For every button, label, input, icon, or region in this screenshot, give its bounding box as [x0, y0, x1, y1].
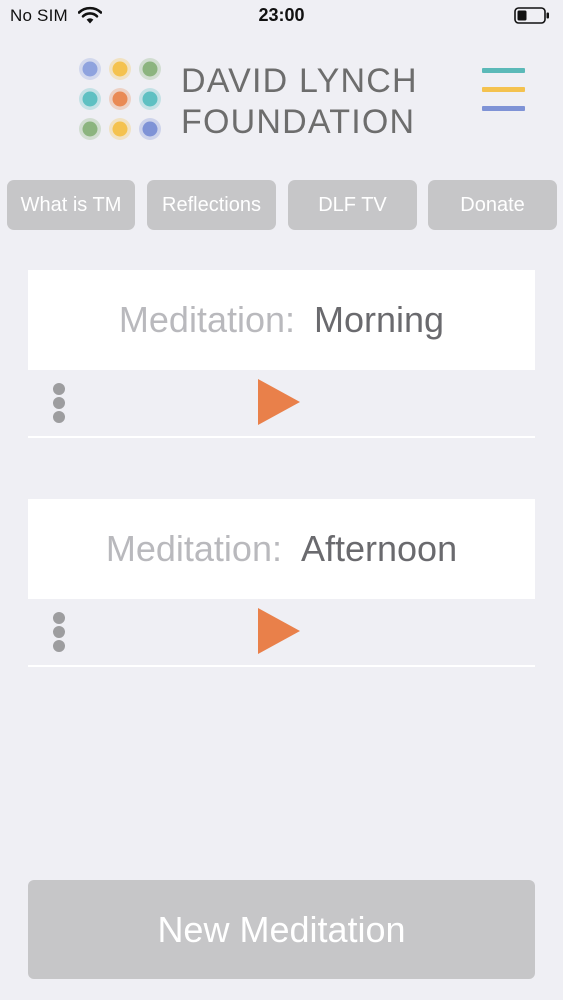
logo-dot [142, 121, 158, 137]
carrier-label: No SIM [10, 6, 68, 25]
brand-line-2: FOUNDATION [181, 103, 416, 141]
logo-dot [112, 91, 128, 107]
wifi-icon [78, 6, 102, 24]
status-bar: No SIM 23:00 [0, 0, 563, 32]
brand-line-1: DAVID LYNCH [181, 62, 418, 100]
meditation-controls [28, 370, 535, 436]
nav-donate-button[interactable]: Donate [428, 180, 557, 230]
meditation-title[interactable]: Meditation: Afternoon [28, 499, 535, 599]
nav-reflections-button[interactable]: Reflections [147, 180, 276, 230]
new-meditation-button[interactable]: New Meditation [28, 880, 535, 979]
play-icon[interactable] [258, 608, 302, 654]
logo-dot [112, 61, 128, 77]
logo-dot [82, 121, 98, 137]
app-screen: No SIM 23:00 DAVID LYNCH FOUNDATION What… [0, 0, 563, 1000]
meditation-card: Meditation: Afternoon [28, 499, 535, 667]
logo-dot [142, 61, 158, 77]
meditation-label: Meditation: [118, 299, 296, 340]
logo-dot [82, 91, 98, 107]
logo-dot [82, 61, 98, 77]
battery-icon [514, 7, 549, 24]
meditation-title[interactable]: Meditation: Morning [28, 270, 535, 370]
menu-bar-1 [482, 68, 525, 73]
nav-dlf-tv-button[interactable]: DLF TV [288, 180, 417, 230]
menu-bar-3 [482, 106, 525, 111]
meditation-name: Morning [314, 299, 445, 340]
play-icon[interactable] [258, 379, 302, 425]
card-divider [28, 436, 535, 438]
logo-dot [112, 121, 128, 137]
card-divider [28, 665, 535, 667]
hamburger-menu-icon[interactable] [482, 68, 526, 114]
foundation-logo-dots [79, 58, 161, 140]
meditation-name: Afternoon [300, 528, 458, 569]
nav-what-is-tm-button[interactable]: What is TM [7, 180, 135, 230]
logo-dot [142, 91, 158, 107]
meditation-label: Meditation: [105, 528, 282, 569]
meditation-controls [28, 599, 535, 665]
menu-bar-2 [482, 87, 525, 92]
more-options-icon[interactable] [50, 612, 68, 652]
brand-wordmark: DAVID LYNCH FOUNDATION [181, 61, 441, 143]
meditation-card: Meditation: Morning [28, 270, 535, 438]
more-options-icon[interactable] [50, 383, 68, 423]
